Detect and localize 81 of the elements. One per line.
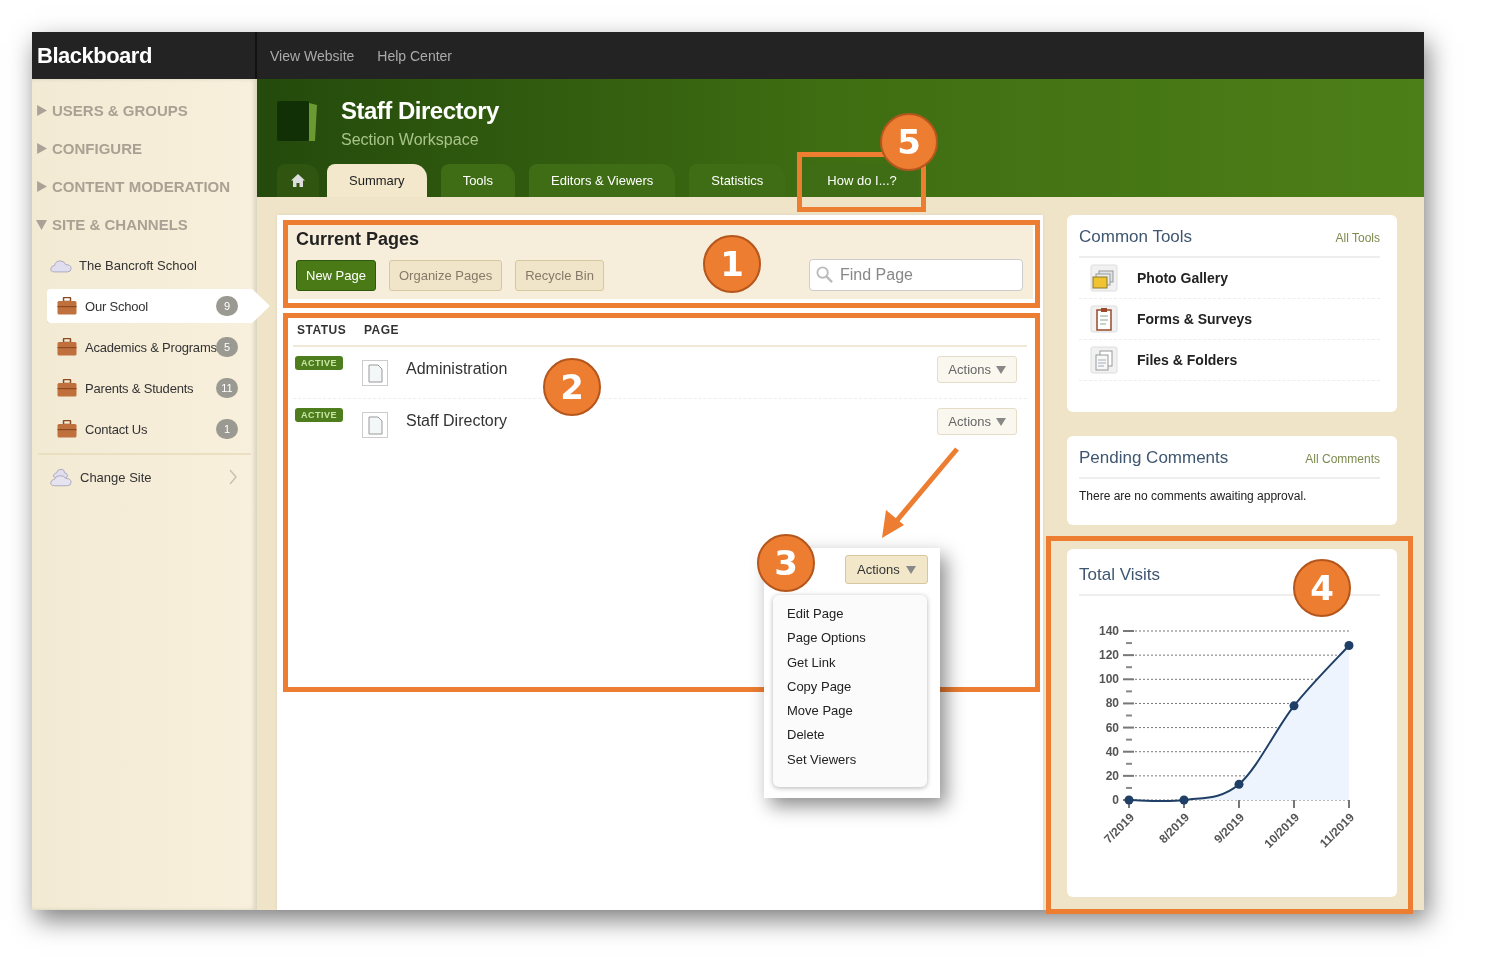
top-link[interactable]: Help Center — [377, 47, 452, 64]
site-name[interactable]: The Bancroft School — [79, 257, 197, 273]
point — [1179, 795, 1189, 805]
tab[interactable] — [277, 164, 319, 197]
menu-item[interactable]: Page Options — [787, 626, 927, 651]
top-link[interactable]: View Website — [270, 47, 355, 64]
chevron-right-icon — [229, 469, 237, 485]
page-subtitle: Section Workspace — [341, 131, 480, 149]
logo: Blackboard — [37, 42, 152, 69]
channel-item[interactable]: Parents & Students 11 — [47, 371, 253, 405]
card-title: Common Tools — [1079, 227, 1193, 247]
tab[interactable]: How do I...? — [805, 164, 919, 197]
page-name[interactable]: Administration — [406, 359, 508, 378]
menu-item[interactable]: Edit Page — [787, 602, 927, 627]
briefcase-icon — [57, 297, 77, 315]
change-site-link[interactable]: Change Site — [32, 455, 257, 499]
menu-item[interactable]: Delete — [787, 723, 927, 748]
caret-icon — [996, 365, 1006, 374]
all-tools-link[interactable]: All Tools — [1335, 231, 1380, 245]
toolbar-button[interactable]: Recycle Bin — [515, 259, 604, 291]
clouds-icon — [50, 467, 72, 487]
y-tick-label: 120 — [1098, 648, 1120, 663]
menu-item[interactable]: Move Page — [787, 699, 927, 724]
y-tick-label: 40 — [1105, 744, 1120, 759]
briefcase-icon — [57, 420, 77, 438]
y-tick-label: 20 — [1105, 768, 1120, 783]
channel-item[interactable]: Our School 9 — [47, 289, 270, 323]
caret-icon — [996, 417, 1006, 426]
search-field[interactable]: Find Page — [809, 259, 1023, 291]
documents-icon — [1090, 346, 1118, 374]
y-tick-label: 80 — [1105, 696, 1120, 711]
y-tick-label: 140 — [1098, 624, 1120, 638]
cloud-icon — [50, 257, 72, 273]
actions-button[interactable]: Actions — [845, 555, 928, 584]
page-title: Staff Directory — [341, 97, 499, 125]
point — [1289, 701, 1299, 711]
card-title: Pending Comments — [1079, 448, 1229, 468]
actions-button[interactable]: Actions — [937, 408, 1017, 435]
tool-item[interactable]: Photo Gallery — [1079, 258, 1380, 299]
point — [1234, 779, 1244, 789]
count-badge: 11 — [216, 378, 238, 398]
card-title: Total Visits — [1079, 565, 1160, 585]
briefcase-icon — [57, 379, 77, 397]
actions-button[interactable]: Actions — [937, 356, 1017, 383]
y-tick-label: 100 — [1098, 672, 1120, 687]
search-icon — [816, 266, 833, 283]
tab[interactable]: Summary — [327, 164, 427, 197]
caret-icon — [905, 565, 916, 574]
tab[interactable]: Statistics — [689, 164, 786, 197]
briefcase-icon — [57, 338, 77, 356]
clipboard-icon — [1090, 305, 1118, 333]
page-name[interactable]: Staff Directory — [406, 411, 508, 430]
photos-icon — [1090, 264, 1118, 292]
menu-item[interactable]: Get Link — [787, 650, 927, 675]
column-header: PAGE — [364, 323, 400, 337]
column-header: STATUS — [297, 323, 348, 337]
book-icon — [277, 101, 317, 141]
toolbar-button[interactable]: New Page — [296, 259, 376, 291]
page-icon — [362, 411, 388, 438]
channel-item[interactable]: Academics & Programs 5 — [47, 330, 253, 364]
section-title: Current Pages — [296, 229, 421, 250]
tab[interactable]: Editors & Viewers — [529, 164, 676, 197]
status-badge: ACTIVE — [295, 407, 343, 422]
status-badge: ACTIVE — [295, 355, 343, 370]
empty-message: There are no comments awaiting approval. — [1079, 489, 1308, 503]
tool-item[interactable]: Forms & Surveys — [1079, 299, 1380, 340]
home-icon — [291, 174, 305, 187]
channel-item[interactable]: Contact Us 1 — [47, 412, 253, 446]
count-badge: 1 — [216, 419, 238, 439]
y-tick-label: 60 — [1105, 720, 1120, 735]
all-comments-link[interactable]: All Comments — [1305, 452, 1380, 466]
count-badge: 9 — [216, 296, 238, 316]
menu-item[interactable]: Set Viewers — [787, 747, 927, 773]
tab[interactable]: Tools — [440, 164, 515, 197]
y-tick-label: 0 — [1112, 793, 1120, 807]
tool-item[interactable]: Files & Folders — [1079, 340, 1380, 381]
menu-item[interactable]: Copy Page — [787, 674, 927, 700]
page-icon — [362, 359, 388, 386]
point — [1124, 795, 1134, 805]
point — [1344, 640, 1354, 650]
count-badge: 5 — [216, 337, 238, 357]
